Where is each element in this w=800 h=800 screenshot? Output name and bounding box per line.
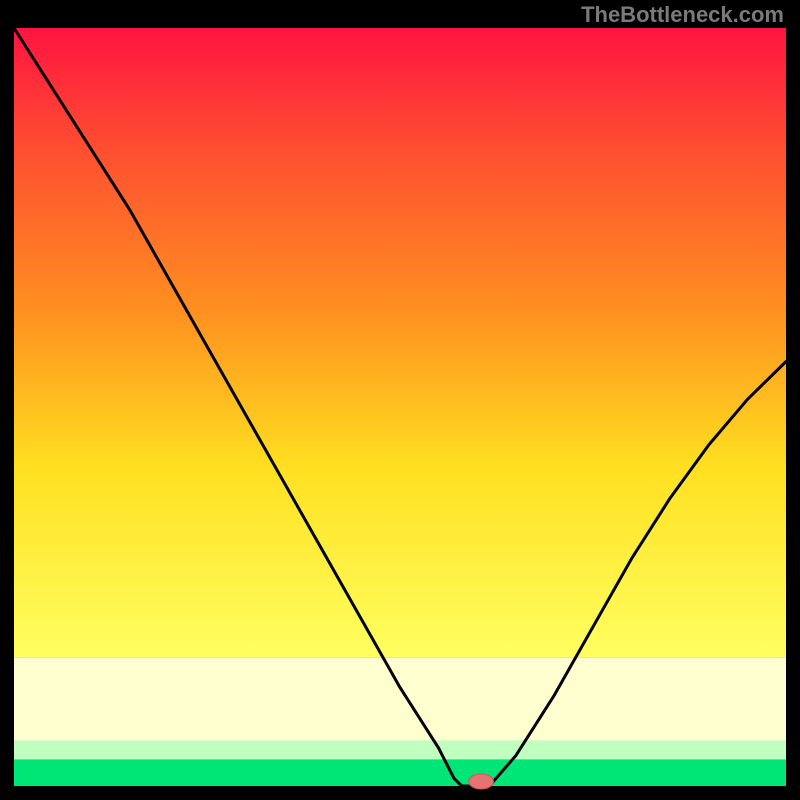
optimal-point-marker	[469, 774, 494, 789]
green-base-band	[14, 759, 786, 786]
gradient-heat-band	[14, 28, 786, 657]
watermark-text: TheBottleneck.com	[581, 2, 784, 27]
pale-band	[14, 657, 786, 740]
mint-band	[14, 741, 786, 760]
